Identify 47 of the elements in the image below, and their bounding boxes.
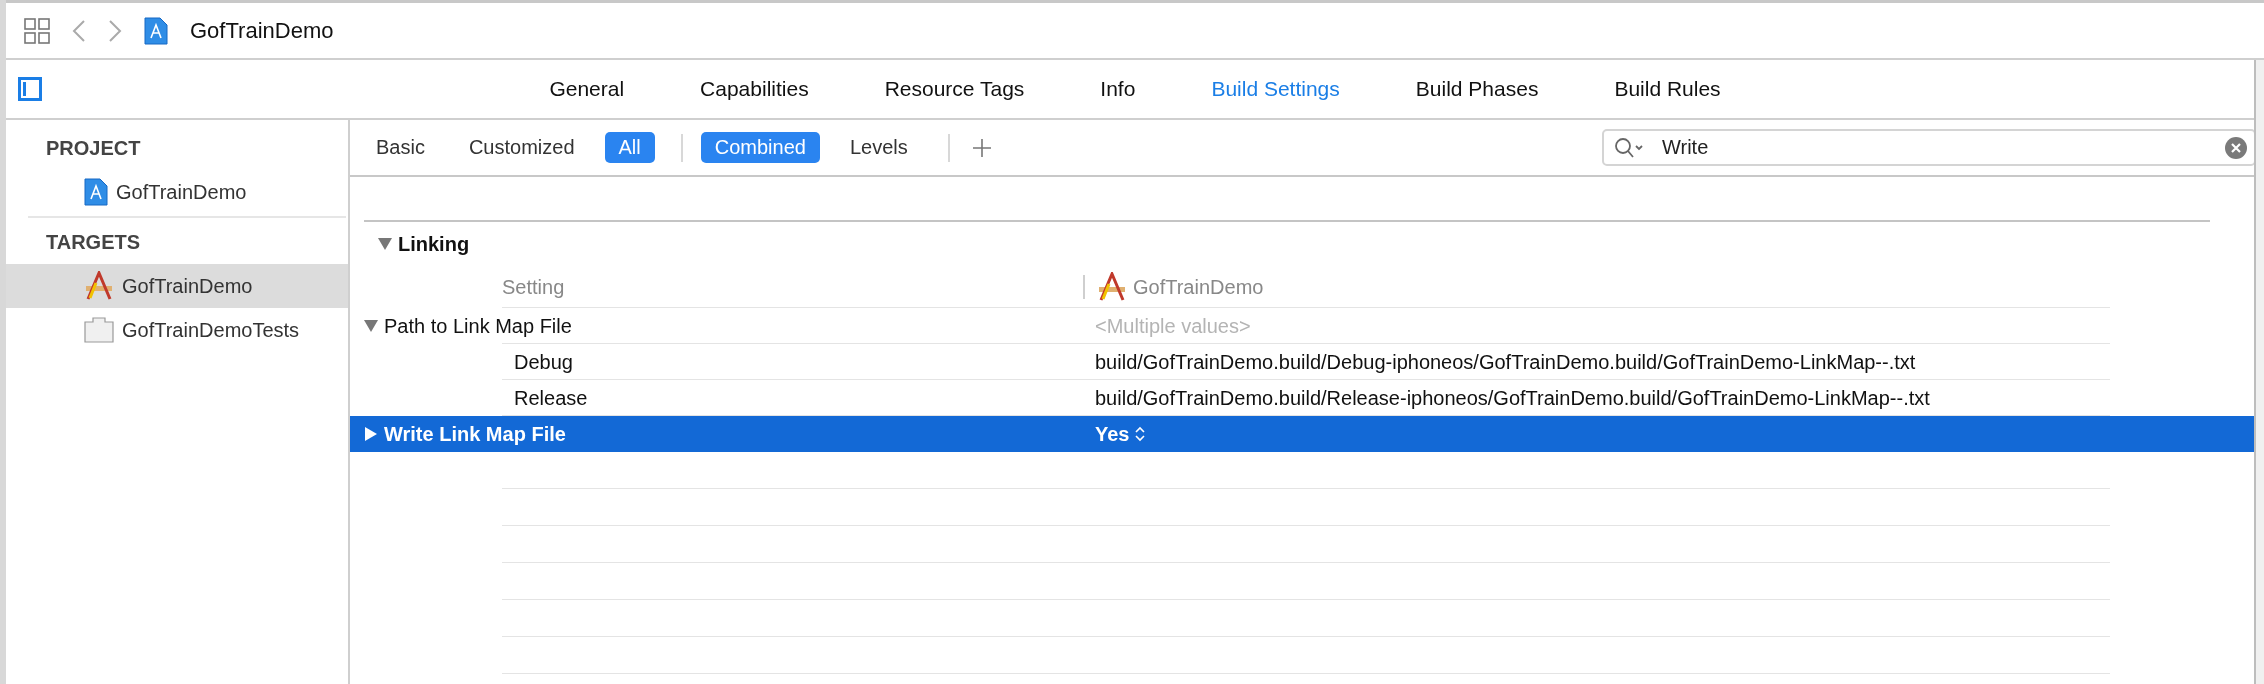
sidebar-item[interactable]: GofTrainDemoTests bbox=[6, 308, 348, 352]
search-icon[interactable] bbox=[1614, 137, 1644, 159]
setting-value: <Multiple values> bbox=[1095, 314, 1251, 338]
tab[interactable]: General bbox=[549, 77, 625, 101]
grid-icon[interactable] bbox=[24, 17, 50, 44]
app-target-icon bbox=[84, 271, 114, 301]
blueprint-file-icon bbox=[84, 178, 108, 206]
tab[interactable]: Build Rules bbox=[1614, 77, 1721, 101]
up-down-arrows-icon[interactable] bbox=[1135, 426, 1146, 442]
view-button[interactable]: Levels bbox=[835, 132, 922, 163]
configuration-name: Debug bbox=[514, 350, 573, 374]
tab[interactable]: Build Settings bbox=[1211, 77, 1340, 101]
app-target-icon bbox=[1097, 272, 1127, 302]
setting-value: build/GofTrainDemo.build/Release-iphoneos/GofTrainDemo.build/GofTrainDemo-LinkMap--.txt bbox=[1095, 386, 1930, 410]
disclosure-triangle-right-icon[interactable] bbox=[364, 427, 378, 441]
search-field[interactable]: Write bbox=[1602, 129, 2256, 166]
clear-icon[interactable] bbox=[2225, 137, 2247, 159]
sidebar-heading: PROJECT bbox=[45, 135, 142, 161]
filter-button[interactable]: Basic bbox=[362, 132, 439, 163]
disclosure-triangle-down-icon[interactable] bbox=[364, 319, 378, 333]
test-bundle-icon bbox=[84, 317, 114, 343]
tab[interactable]: Resource Tags bbox=[884, 77, 1025, 101]
section-title: Linking bbox=[398, 232, 470, 256]
disclosure-triangle-down-icon[interactable] bbox=[378, 237, 392, 251]
blueprint-file-icon bbox=[144, 16, 168, 45]
setting-value: build/GofTrainDemo.build/Debug-iphoneos/GofTrainDemo.build/GofTrainDemo-LinkMap--.txt bbox=[1095, 350, 1916, 374]
configuration-name: Release bbox=[514, 386, 588, 410]
filter-button[interactable]: Customized bbox=[454, 132, 589, 163]
filter-button[interactable]: All bbox=[604, 132, 655, 163]
view-button[interactable]: Combined bbox=[700, 132, 820, 163]
column-header: GofTrainDemo bbox=[1133, 275, 1264, 299]
sidebar-item[interactable]: GofTrainDemo bbox=[6, 264, 348, 308]
tab[interactable]: Capabilities bbox=[700, 77, 809, 101]
sidebar-toggle-button[interactable] bbox=[18, 77, 42, 101]
sidebar-item[interactable]: GofTrainDemo bbox=[6, 170, 348, 214]
tab[interactable]: Build Phases bbox=[1415, 77, 1539, 101]
setting-value[interactable]: Yes bbox=[1095, 422, 1130, 446]
sidebar-heading: TARGETS bbox=[45, 229, 142, 255]
scrollbar[interactable] bbox=[2254, 60, 2264, 684]
column-header: Setting bbox=[502, 275, 565, 299]
forward-chevron-icon[interactable] bbox=[108, 18, 122, 43]
project-title: GofTrainDemo bbox=[190, 17, 334, 44]
setting-name: Path to Link Map File bbox=[384, 314, 572, 338]
tab[interactable]: Info bbox=[1100, 77, 1136, 101]
back-chevron-icon[interactable] bbox=[72, 18, 86, 43]
setting-name: Write Link Map File bbox=[384, 422, 566, 446]
selected-setting-row[interactable]: Write Link Map File Yes bbox=[350, 416, 2256, 452]
